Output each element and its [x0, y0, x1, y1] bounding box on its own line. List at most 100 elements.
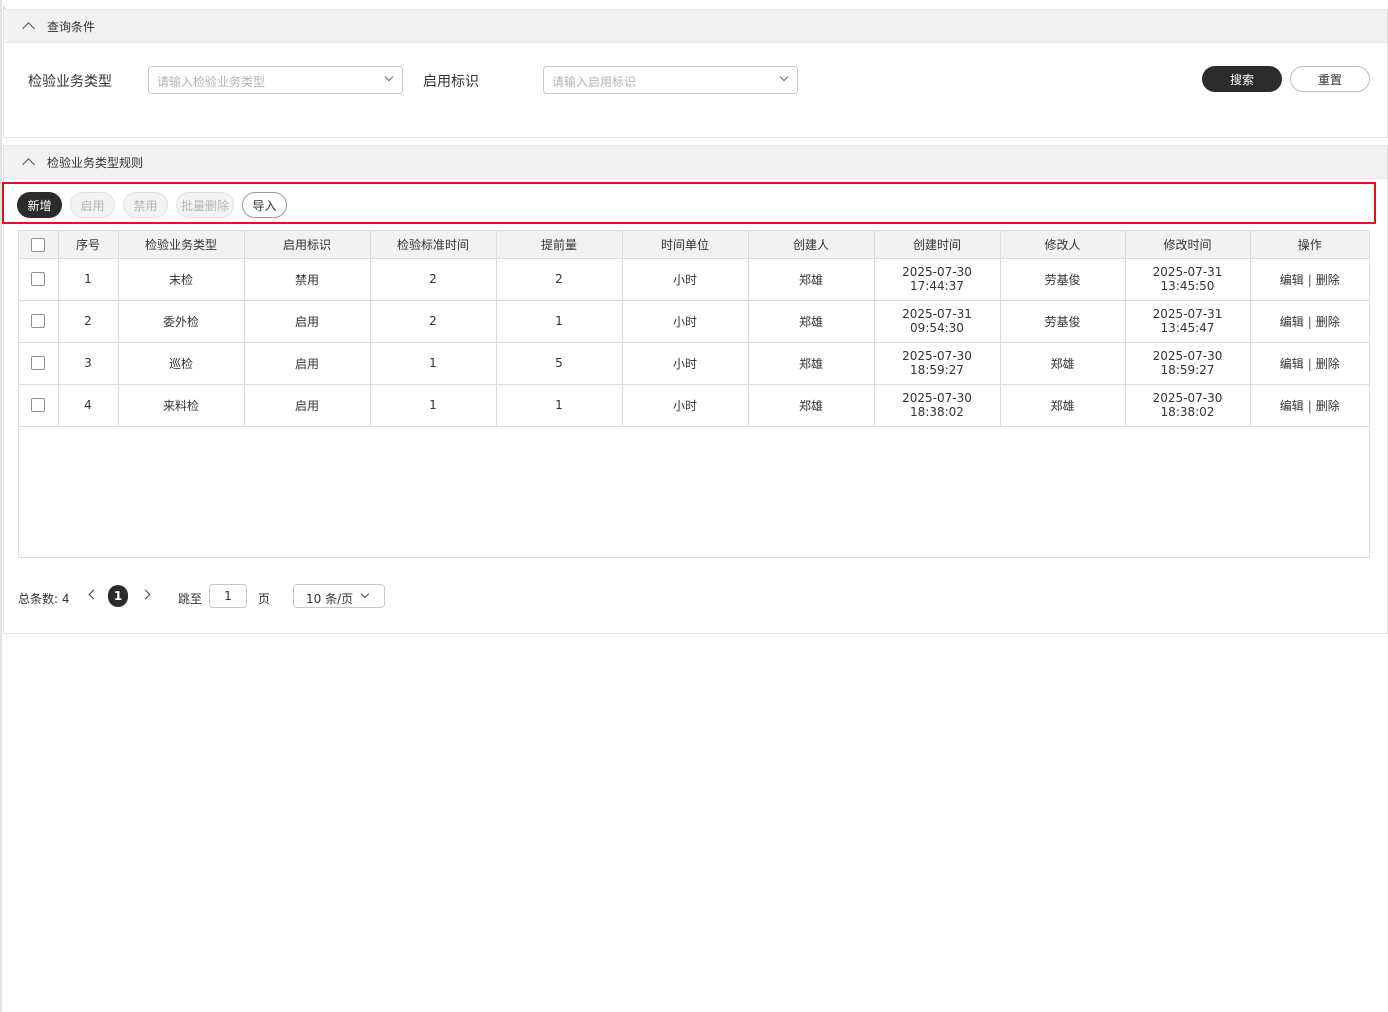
col-business-type: 检验业务类型 — [118, 231, 245, 259]
row-checkbox[interactable] — [31, 356, 46, 371]
cell-modifier: 郑雄 — [1000, 342, 1126, 385]
business-type-select[interactable]: 请输入检验业务类型 — [148, 66, 403, 94]
row-select-cell[interactable] — [19, 342, 59, 385]
delete-link[interactable]: 删除 — [1316, 315, 1340, 329]
edit-link[interactable]: 编辑 — [1280, 399, 1304, 413]
edit-link[interactable]: 编辑 — [1280, 357, 1304, 371]
col-created-time: 创建时间 — [874, 231, 1001, 259]
cell-lead: 1 — [496, 384, 623, 427]
row-select-cell[interactable] — [19, 258, 59, 301]
cell-creator: 郑雄 — [748, 384, 875, 427]
cell-lead: 2 — [496, 258, 623, 301]
table-row[interactable]: 1 末检 禁用 2 2 小时 郑雄 2025-07-30 17:44:37 劳基… — [19, 258, 1369, 301]
jump-page-input[interactable]: 1 — [209, 584, 247, 608]
cell-seq: 4 — [58, 384, 119, 427]
select-all-checkbox[interactable] — [31, 237, 46, 252]
total-label: 总条数: — [18, 592, 59, 606]
chevron-up-icon[interactable] — [23, 24, 33, 34]
cell-modified-time: 2025-07-31 13:45:50 — [1125, 258, 1251, 301]
col-modified-time: 修改时间 — [1125, 231, 1251, 259]
rules-table: 序号 检验业务类型 启用标识 检验标准时间 提前量 时间单位 创建人 创建时间 … — [18, 230, 1370, 558]
page-size-value: 10 条/页 — [306, 592, 354, 606]
total-count: 总条数: 4 — [18, 590, 70, 607]
col-seq: 序号 — [58, 231, 119, 259]
cell-seq: 1 — [58, 258, 119, 301]
cell-enable-flag: 启用 — [244, 300, 371, 343]
cell-created-time: 2025-07-30 18:59:27 — [874, 342, 1001, 385]
business-type-label: 检验业务类型 — [28, 74, 112, 90]
cell-modified-time: 2025-07-30 18:38:02 — [1125, 384, 1251, 427]
add-button[interactable]: 新增 — [17, 192, 62, 218]
query-panel-title: 查询条件 — [47, 19, 96, 34]
col-enable-flag: 启用标识 — [244, 231, 371, 259]
current-page-button[interactable]: 1 — [108, 585, 128, 607]
enable-flag-placeholder: 请输入启用标识 — [552, 75, 637, 89]
cell-actions: 编辑 | 删除 — [1250, 384, 1369, 427]
row-checkbox[interactable] — [31, 272, 46, 287]
cell-lead: 5 — [496, 342, 623, 385]
table-row[interactable]: 2 委外检 启用 2 1 小时 郑雄 2025-07-31 09:54:30 劳… — [19, 300, 1369, 343]
cell-creator: 郑雄 — [748, 258, 875, 301]
page-size-select[interactable]: 10 条/页 — [293, 584, 385, 608]
cell-created-time: 2025-07-31 09:54:30 — [874, 300, 1001, 343]
batch-delete-button[interactable]: 批量删除 — [176, 192, 234, 218]
cell-modifier: 劳基俊 — [1000, 258, 1126, 301]
cell-created-time: 2025-07-30 18:38:02 — [874, 384, 1001, 427]
cell-modifier: 劳基俊 — [1000, 300, 1126, 343]
enable-flag-select[interactable]: 请输入启用标识 — [543, 66, 798, 94]
query-panel: 查询条件 检验业务类型 请输入检验业务类型 启用标识 请输入启用标识 搜索 重置 — [3, 9, 1388, 138]
rules-panel-header[interactable]: 检验业务类型规则 — [4, 146, 1387, 179]
edit-link[interactable]: 编辑 — [1280, 273, 1304, 287]
chevron-up-icon[interactable] — [23, 160, 33, 170]
enable-flag-label: 启用标识 — [423, 74, 479, 90]
action-separator: | — [1307, 272, 1312, 287]
cell-creator: 郑雄 — [748, 342, 875, 385]
rules-panel-title: 检验业务类型规则 — [47, 155, 144, 170]
action-separator: | — [1307, 356, 1312, 371]
query-panel-header[interactable]: 查询条件 — [4, 10, 1387, 43]
cell-lead: 1 — [496, 300, 623, 343]
chevron-right-icon[interactable] — [140, 589, 151, 600]
row-select-cell[interactable] — [19, 300, 59, 343]
cell-std-time: 2 — [370, 258, 497, 301]
col-std-time: 检验标准时间 — [370, 231, 497, 259]
chevron-down-icon — [384, 72, 394, 82]
table-row[interactable]: 4 来料检 启用 1 1 小时 郑雄 2025-07-30 18:38:02 郑… — [19, 384, 1369, 427]
row-checkbox[interactable] — [31, 398, 46, 413]
cell-creator: 郑雄 — [748, 300, 875, 343]
total-value: 4 — [61, 592, 70, 606]
edit-link[interactable]: 编辑 — [1280, 315, 1304, 329]
row-checkbox[interactable] — [31, 314, 46, 329]
cell-seq: 2 — [58, 300, 119, 343]
cell-business-type: 末检 — [118, 258, 245, 301]
cell-created-time: 2025-07-30 17:44:37 — [874, 258, 1001, 301]
cell-time-unit: 小时 — [622, 384, 749, 427]
select-all-cell[interactable] — [19, 231, 59, 259]
cell-enable-flag: 启用 — [244, 384, 371, 427]
jump-label: 跳至 — [178, 592, 203, 606]
left-edge-strip — [0, 0, 2, 1012]
cell-actions: 编辑 | 删除 — [1250, 258, 1369, 301]
row-select-cell[interactable] — [19, 384, 59, 427]
chevron-left-icon[interactable] — [88, 589, 99, 600]
disable-button[interactable]: 禁用 — [123, 192, 168, 218]
chevron-down-icon — [779, 72, 789, 82]
cell-actions: 编辑 | 删除 — [1250, 300, 1369, 343]
cell-actions: 编辑 | 删除 — [1250, 342, 1369, 385]
search-button[interactable]: 搜索 — [1202, 66, 1282, 92]
reset-button[interactable]: 重置 — [1290, 66, 1370, 92]
cell-modified-time: 2025-07-30 18:59:27 — [1125, 342, 1251, 385]
cell-seq: 3 — [58, 342, 119, 385]
cell-modifier: 郑雄 — [1000, 384, 1126, 427]
table-row[interactable]: 3 巡检 启用 1 5 小时 郑雄 2025-07-30 18:59:27 郑雄… — [19, 342, 1369, 385]
page-unit-label: 页 — [258, 592, 271, 606]
enable-button[interactable]: 启用 — [70, 192, 115, 218]
cell-business-type: 委外检 — [118, 300, 245, 343]
import-button[interactable]: 导入 — [242, 192, 287, 218]
delete-link[interactable]: 删除 — [1316, 357, 1340, 371]
table-toolbar: 新增 启用 禁用 批量删除 导入 — [2, 182, 1376, 224]
cell-business-type: 来料检 — [118, 384, 245, 427]
delete-link[interactable]: 删除 — [1316, 273, 1340, 287]
cell-time-unit: 小时 — [622, 342, 749, 385]
delete-link[interactable]: 删除 — [1316, 399, 1340, 413]
